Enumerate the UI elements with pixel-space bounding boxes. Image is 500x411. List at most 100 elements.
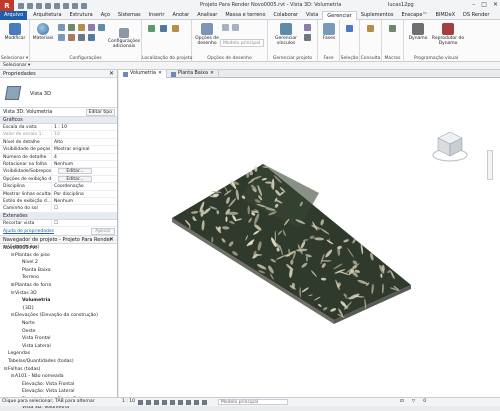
ribbon-tab[interactable]: Estrutura: [66, 11, 97, 20]
property-row[interactable]: Visibilidade/Sobrepos... Editar...: [0, 168, 117, 176]
project-parameters-icon[interactable]: [88, 24, 95, 31]
detail-level-icon[interactable]: [137, 399, 143, 405]
property-row[interactable]: Opções de exibição d... Editar...: [0, 175, 117, 184]
inquiry-icon[interactable]: [367, 25, 374, 32]
help-link-label[interactable]: Ajuda de propriedades: [3, 229, 54, 234]
lock-icon[interactable]: [193, 399, 199, 405]
ribbon-tab[interactable]: Vista: [302, 11, 322, 20]
shared-parameters-icon[interactable]: [98, 24, 105, 31]
property-row[interactable]: Rotacionar na folha Nenhum: [0, 160, 117, 169]
text-icon[interactable]: [72, 2, 78, 9]
maximize-icon[interactable]: □: [481, 1, 487, 8]
edit-button[interactable]: Editar...: [58, 175, 92, 182]
crop-icon[interactable]: [177, 399, 183, 405]
ribbon-tab[interactable]: Aço: [97, 11, 114, 20]
property-value[interactable]: Por disciplina: [52, 191, 117, 197]
shadows-icon[interactable]: [161, 399, 167, 405]
design-options-button[interactable]: Opções de desenho: [194, 23, 220, 46]
modify-button[interactable]: Modificar: [3, 23, 27, 41]
ribbon-tab[interactable]: Sistemas: [114, 11, 145, 20]
property-row[interactable]: Mostrar linhas ocultas Por disciplina: [0, 190, 117, 198]
manage-images-icon[interactable]: [304, 24, 311, 31]
ribbon-tab[interactable]: Enscape™: [397, 11, 431, 20]
project-info-icon[interactable]: [78, 24, 85, 31]
drawing-canvas[interactable]: [119, 78, 500, 397]
tree-item[interactable]: Volumetria: [0, 297, 117, 305]
purge-icon[interactable]: [78, 34, 85, 41]
close-tab-icon[interactable]: ✕: [158, 70, 162, 78]
main-model-dropdown[interactable]: Modelo principal: [220, 39, 264, 47]
select-dropdown[interactable]: Selecionar ▾: [0, 56, 29, 61]
property-value[interactable]: Editar...: [52, 168, 117, 175]
ribbon-tab[interactable]: DS Render: [459, 11, 493, 20]
property-value[interactable]: ☐: [52, 205, 117, 211]
filter-icon[interactable]: ▽: [412, 399, 415, 404]
add-to-set-icon[interactable]: [222, 24, 229, 31]
property-row[interactable]: Escala da vista 1 : 10: [0, 124, 117, 132]
worksets-icon[interactable]: ⊡: [400, 399, 404, 404]
type-selector[interactable]: Vista 3D: [0, 78, 117, 108]
tree-item[interactable]: Elevação: Vista Lateral: [0, 388, 117, 396]
apply-button[interactable]: Aplicar: [91, 228, 115, 236]
print-icon[interactable]: [54, 2, 60, 9]
property-row[interactable]: Valor de escala 1: 10: [0, 131, 117, 139]
tree-item[interactable]: ⊞Plantas de forro: [0, 282, 117, 290]
dynamo-player-button[interactable]: Reprodutor do Dynamo: [430, 23, 466, 46]
position-icon[interactable]: [172, 25, 179, 32]
snaps-icon[interactable]: [68, 24, 75, 31]
redo-icon[interactable]: [45, 2, 51, 9]
property-value[interactable]: Alto: [52, 139, 117, 145]
tree-item[interactable]: Terreno: [0, 274, 117, 282]
ribbon-tab[interactable]: Inserir: [145, 11, 169, 20]
active-model-field[interactable]: Modelo principal: [218, 399, 288, 405]
tree-item[interactable]: Tabelas/Quantidades (todas): [0, 358, 117, 366]
property-row[interactable]: Recortar vista ☐: [0, 219, 117, 228]
edit-type-button[interactable]: Editar tipo: [85, 109, 115, 116]
property-value[interactable]: Coordenação: [52, 183, 117, 189]
selection-icon[interactable]: [346, 25, 353, 32]
ribbon-tab[interactable]: Arquitetura: [29, 11, 65, 20]
view-tab[interactable]: Planta Baixa ✕: [167, 70, 219, 78]
minimize-icon[interactable]: –: [472, 1, 475, 8]
undo-icon[interactable]: [36, 2, 42, 9]
additional-settings-button[interactable]: Configurações adicionais: [108, 28, 140, 49]
tree-item[interactable]: Nível 2: [0, 259, 117, 267]
materials-button[interactable]: Materiais: [33, 23, 53, 41]
property-value[interactable]: Nenhum: [52, 161, 117, 167]
property-row[interactable]: Caminho do sol ☐: [0, 205, 117, 213]
tree-item[interactable]: Oeste: [0, 328, 117, 336]
extents-group-header[interactable]: Extensões: [0, 212, 117, 220]
manage-links-button[interactable]: Gerenciar vínculos: [272, 23, 300, 46]
ribbon-tab[interactable]: Massa e terreno: [221, 11, 269, 20]
property-row[interactable]: Estilo de exibição d... Nenhum: [0, 197, 117, 206]
property-value[interactable]: Nenhum: [52, 198, 117, 204]
tree-item[interactable]: ⊟Plantas de piso: [0, 252, 117, 260]
sun-path-icon[interactable]: [153, 399, 159, 405]
scale-label[interactable]: 1 : 10: [122, 398, 135, 406]
macros-icon[interactable]: [389, 25, 396, 32]
visual-style-icon[interactable]: [145, 399, 151, 405]
tree-item[interactable]: ⊟Vistas (todas): [0, 244, 117, 252]
tree-item[interactable]: Planta Baixa: [0, 267, 117, 275]
edit-button[interactable]: Editar...: [58, 168, 92, 175]
ribbon-tab[interactable]: Suplementos: [357, 11, 398, 20]
ribbon-tab[interactable]: Colaborar: [270, 11, 302, 20]
tree-item[interactable]: Elevação: Vista Frontal: [0, 381, 117, 389]
dynamo-button[interactable]: Dynamo: [406, 23, 430, 41]
revit-logo[interactable]: R: [0, 0, 14, 11]
tree-item[interactable]: Vista Lateral: [0, 343, 117, 351]
view-cube[interactable]: [430, 128, 470, 164]
navigation-bar[interactable]: [487, 150, 493, 180]
tree-item[interactable]: Norte: [0, 320, 117, 328]
properties-help-link[interactable]: Ajuda de propriedades Aplicar: [0, 227, 117, 237]
location-icon[interactable]: [148, 25, 155, 32]
tree-item[interactable]: ⊟Folhas (todas): [0, 366, 117, 374]
tree-item[interactable]: Vista Frontal: [0, 335, 117, 343]
close-icon[interactable]: ✕: [109, 236, 114, 244]
show-crop-icon[interactable]: [185, 399, 191, 405]
coordinates-icon[interactable]: [160, 25, 167, 32]
units-icon[interactable]: [88, 34, 95, 41]
property-row[interactable]: Nível de detalhe Alto: [0, 138, 117, 147]
user-name[interactable]: lucas12pg: [388, 2, 414, 8]
property-value[interactable]: 10: [52, 131, 117, 137]
